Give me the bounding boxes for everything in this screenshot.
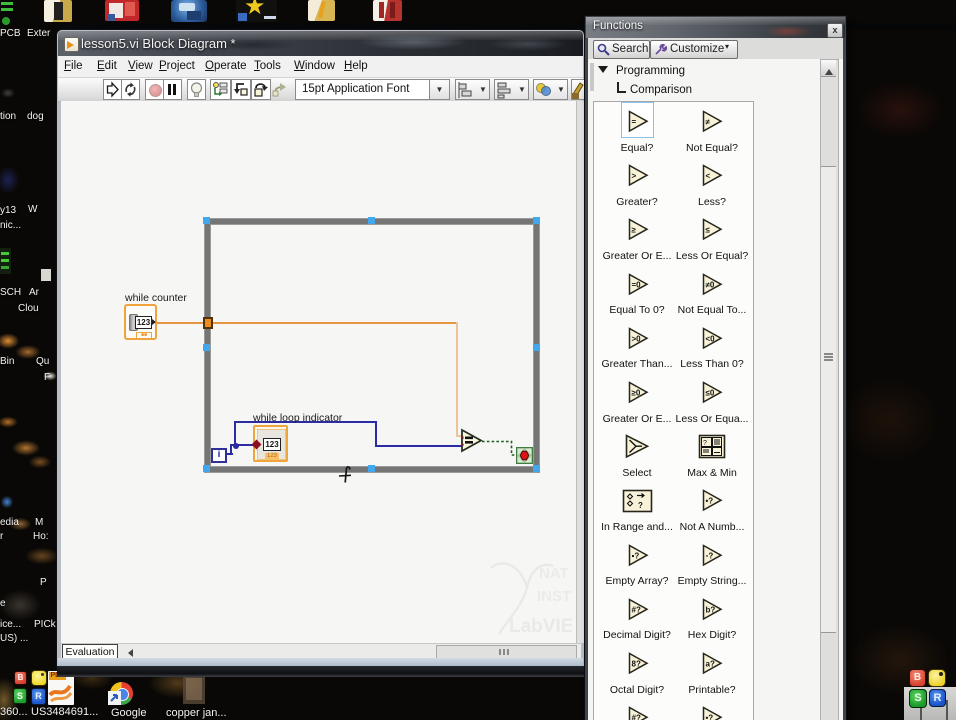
svg-text:NAT: NAT: [539, 565, 569, 582]
svg-text:≠: ≠: [706, 118, 711, 127]
svg-text:#?: #?: [632, 714, 641, 720]
svg-text:#?: #?: [632, 605, 641, 614]
svg-text:LabVIE: LabVIE: [509, 616, 572, 637]
svg-text:>: >: [632, 172, 637, 181]
svg-text:b?: b?: [706, 605, 716, 614]
svg-text:<: <: [706, 172, 711, 181]
svg-text:INST: INST: [537, 588, 571, 605]
svg-text:a?: a?: [706, 660, 715, 669]
svg-text:≤: ≤: [706, 226, 711, 235]
svg-text:>0: >0: [632, 334, 642, 343]
svg-text:•?: •?: [706, 497, 714, 506]
svg-text:≠0: ≠0: [706, 280, 715, 289]
svg-text:≥: ≥: [632, 226, 637, 235]
svg-text:=0: =0: [632, 280, 642, 289]
svg-text:≥0: ≥0: [632, 389, 641, 398]
svg-text:▪?: ▪?: [632, 551, 640, 560]
svg-text:8?: 8?: [632, 660, 641, 669]
svg-text:?: ?: [703, 440, 707, 447]
svg-text:<0: <0: [706, 334, 716, 343]
svg-text:=: =: [632, 118, 637, 127]
svg-text:?: ?: [638, 501, 643, 510]
svg-text:•?: •?: [706, 714, 714, 720]
svg-text:▫?: ▫?: [706, 551, 714, 560]
svg-text:≤0: ≤0: [706, 389, 715, 398]
